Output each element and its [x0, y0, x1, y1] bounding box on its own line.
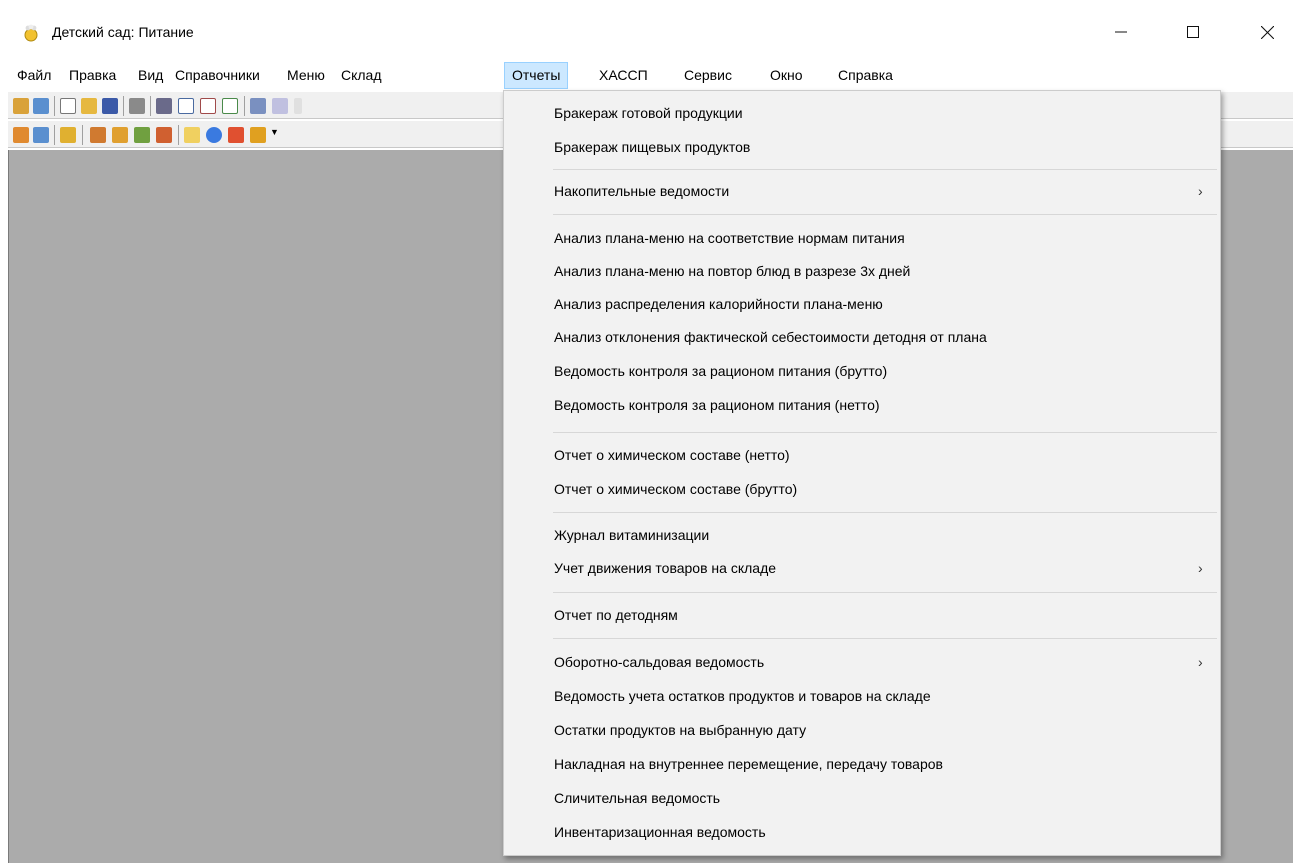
- menu-separator: [553, 512, 1217, 513]
- submenu-arrow-icon: ›: [1198, 654, 1203, 670]
- menu-service[interactable]: Сервис: [677, 62, 739, 89]
- item-a-icon[interactable]: [90, 127, 106, 143]
- save-icon[interactable]: [102, 98, 118, 114]
- submenu-arrow-icon: ›: [1198, 560, 1203, 576]
- menu-item-vedomost-brutto[interactable]: Ведомость контроля за рационом питания (…: [554, 363, 887, 379]
- menu-haccp[interactable]: ХАССП: [592, 62, 655, 89]
- check-icon[interactable]: [184, 127, 200, 143]
- menu-item-inventarizatsionnaya[interactable]: Инвентаризационная ведомость: [554, 824, 766, 840]
- menu-item-analiz-normam[interactable]: Анализ плана-меню на соответствие нормам…: [554, 230, 905, 246]
- menu-separator: [553, 432, 1217, 433]
- menu-menu[interactable]: Меню: [280, 62, 332, 89]
- toolbar-separator: [244, 96, 245, 116]
- minimize-button[interactable]: [1098, 12, 1144, 52]
- menu-separator: [553, 592, 1217, 593]
- font-color-icon[interactable]: [200, 98, 216, 114]
- menu-item-slichitelnaya[interactable]: Сличительная ведомость: [554, 790, 720, 806]
- menu-reports[interactable]: Отчеты: [504, 62, 569, 89]
- app-icon: [22, 24, 40, 42]
- maximize-button[interactable]: [1170, 12, 1216, 52]
- menu-item-otchet-detodnyam[interactable]: Отчет по детодням: [554, 607, 678, 623]
- menu-item-vedomost-ostatkov[interactable]: Ведомость учета остатков продуктов и тов…: [554, 688, 931, 704]
- box-icon[interactable]: [13, 127, 29, 143]
- menu-view[interactable]: Вид: [131, 62, 170, 89]
- font-style-icon[interactable]: [222, 98, 238, 114]
- info-icon[interactable]: [294, 98, 302, 114]
- font-icon[interactable]: [178, 98, 194, 114]
- title-bar: Детский сад: Питание: [0, 0, 1293, 62]
- menu-item-analiz-otkloneniya[interactable]: Анализ отклонения фактической себестоимо…: [554, 329, 987, 345]
- menu-warehouse[interactable]: Склад: [334, 62, 389, 89]
- menu-help[interactable]: Справка: [831, 62, 900, 89]
- users-icon[interactable]: [33, 98, 49, 114]
- minimize-icon: [1115, 31, 1127, 33]
- menu-separator: [553, 638, 1217, 639]
- binoculars-icon[interactable]: [156, 98, 172, 114]
- menu-item-khim-brutto[interactable]: Отчет о химическом составе (брутто): [554, 481, 797, 497]
- graph-icon[interactable]: [228, 127, 244, 143]
- toolbar-separator: [123, 96, 124, 116]
- menu-separator: [553, 214, 1217, 215]
- print-icon[interactable]: [129, 98, 145, 114]
- submenu-arrow-icon: ›: [1198, 183, 1203, 199]
- item-b-icon[interactable]: [112, 127, 128, 143]
- menu-directories[interactable]: Справочники: [168, 62, 267, 89]
- toolbar-separator: [150, 96, 151, 116]
- maximize-icon: [1187, 26, 1199, 38]
- menu-item-oborotno-saldovaya[interactable]: Оборотно-сальдовая ведомость: [554, 654, 764, 670]
- close-icon: [1260, 25, 1274, 39]
- menu-item-analiz-povtor[interactable]: Анализ плана-меню на повтор блюд в разре…: [554, 263, 910, 279]
- menu-item-brakerazh-gotovoy[interactable]: Бракераж готовой продукции: [554, 105, 743, 121]
- reports-dropdown: Бракераж готовой продукции Бракераж пище…: [503, 90, 1221, 856]
- book-icon[interactable]: [250, 98, 266, 114]
- toolbar-separator: [178, 125, 179, 145]
- people-icon[interactable]: [33, 127, 49, 143]
- item-d-icon[interactable]: [156, 127, 172, 143]
- menu-item-khim-netto[interactable]: Отчет о химическом составе (нетто): [554, 447, 790, 463]
- menu-item-vedomost-netto[interactable]: Ведомость контроля за рационом питания (…: [554, 397, 880, 413]
- menu-item-nakladnaya[interactable]: Накладная на внутреннее перемещение, пер…: [554, 756, 943, 772]
- chevron-down-icon[interactable]: ▼: [270, 127, 279, 137]
- window-title: Детский сад: Питание: [52, 24, 194, 40]
- item-c-icon[interactable]: [134, 127, 150, 143]
- lock-icon[interactable]: [60, 127, 76, 143]
- menu-separator: [553, 169, 1217, 170]
- toolbar-separator: [82, 125, 83, 145]
- menu-item-nakopitelnye[interactable]: Накопительные ведомости: [554, 183, 729, 199]
- menu-bar: Файл Правка Вид Справочники Меню Склад О…: [0, 62, 1293, 90]
- menu-file[interactable]: Файл: [10, 62, 58, 89]
- menu-item-zhurnal-vitaminizatsii[interactable]: Журнал витаминизации: [554, 527, 709, 543]
- menu-edit[interactable]: Правка: [62, 62, 123, 89]
- menu-item-ostatki-datu[interactable]: Остатки продуктов на выбранную дату: [554, 722, 806, 738]
- new-document-icon[interactable]: [60, 98, 76, 114]
- menu-item-analiz-kaloriynosti[interactable]: Анализ распределения калорийности плана-…: [554, 296, 883, 312]
- toolbar-separator: [54, 96, 55, 116]
- bar-chart-icon[interactable]: [250, 127, 266, 143]
- edit-icon[interactable]: [272, 98, 288, 114]
- menu-window[interactable]: Окно: [763, 62, 810, 89]
- toolbar-separator: [54, 125, 55, 145]
- menu-item-uchet-dvizheniya[interactable]: Учет движения товаров на складе: [554, 560, 776, 576]
- open-folder-icon[interactable]: [81, 98, 97, 114]
- menu-item-brakerazh-pishchevykh[interactable]: Бракераж пищевых продуктов: [554, 139, 750, 155]
- pie-chart-icon[interactable]: [206, 127, 222, 143]
- close-button[interactable]: [1244, 12, 1290, 52]
- home-icon[interactable]: [13, 98, 29, 114]
